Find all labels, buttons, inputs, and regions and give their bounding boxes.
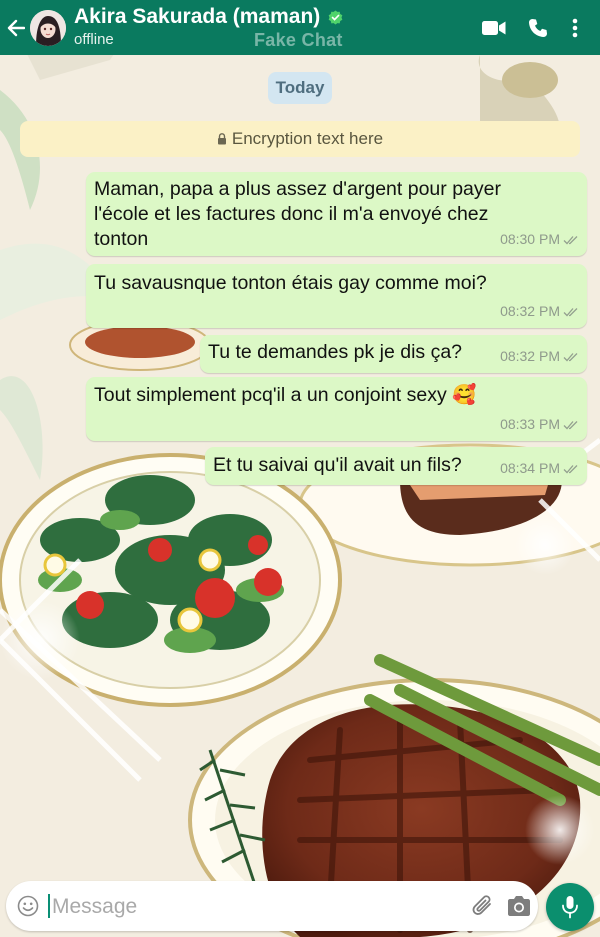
mic-button[interactable]: [546, 883, 594, 931]
message-bubble[interactable]: Tout simplement pcq'il a un conjoint sex…: [86, 377, 587, 441]
message-text: Tu te demandes pk je dis ça?: [208, 341, 463, 363]
more-options-button[interactable]: [560, 0, 590, 55]
message-text: Tout simplement pcq'il a un conjoint sex…: [94, 384, 477, 406]
back-button[interactable]: [2, 0, 30, 55]
message-time: 08:33 PM: [500, 416, 560, 432]
message-time: 08:32 PM: [500, 348, 560, 364]
more-vert-icon: [572, 18, 578, 37]
message-bubble[interactable]: Maman, papa a plus assez d'argent pour p…: [86, 172, 587, 256]
avatar[interactable]: [30, 9, 66, 46]
message-bubble[interactable]: Et tu saivai qu'il avait un fils? 08:34 …: [205, 447, 587, 485]
message-composer: [6, 881, 538, 931]
message-time: 08:32 PM: [500, 303, 560, 319]
chat-header: Akira Sakurada (maman) offline Fake Chat: [0, 0, 600, 55]
header-actions: [472, 0, 590, 55]
message-text: Maman, papa a plus assez d'argent pour p…: [94, 178, 501, 250]
encryption-notice[interactable]: Encryption text here: [20, 121, 580, 157]
phone-icon: [529, 18, 547, 37]
mic-icon: [562, 896, 578, 919]
camera-icon[interactable]: [506, 894, 532, 918]
emoji-icon[interactable]: [17, 895, 39, 917]
verified-badge-icon: [328, 9, 343, 25]
contact-name-row: Akira Sakurada (maman): [74, 5, 343, 29]
message-meta: 08:34 PM: [500, 456, 579, 481]
double-check-icon: [563, 464, 578, 473]
message-meta: 08:30 PM: [500, 227, 579, 252]
double-check-icon: [563, 235, 578, 244]
video-call-icon: [482, 20, 506, 35]
contact-info[interactable]: Akira Sakurada (maman) offline Fake Chat: [74, 0, 472, 55]
message-meta: 08:32 PM: [500, 344, 579, 369]
message-meta: 08:32 PM: [500, 299, 579, 324]
contact-name: Akira Sakurada (maman): [74, 5, 321, 28]
message-time: 08:30 PM: [500, 231, 560, 247]
message-input[interactable]: [50, 891, 454, 923]
message-text: Tu savausnque tonton étais gay comme moi…: [94, 272, 487, 294]
double-check-icon: [563, 352, 578, 361]
video-call-button[interactable]: [472, 0, 516, 55]
double-check-icon: [563, 307, 578, 316]
encryption-text: Encryption text here: [231, 129, 384, 148]
presence-status: offline: [74, 31, 114, 48]
message-meta: 08:33 PM: [500, 412, 579, 437]
date-chip: Today: [268, 72, 332, 104]
message-bubble[interactable]: Tu te demandes pk je dis ça? 08:32 PM: [200, 335, 587, 373]
voice-call-button[interactable]: [516, 0, 560, 55]
message-time: 08:34 PM: [500, 460, 560, 476]
back-arrow-icon: [7, 19, 25, 36]
message-bubble[interactable]: Tu savausnque tonton étais gay comme moi…: [86, 264, 587, 328]
lock-icon: [217, 133, 226, 145]
attach-icon[interactable]: [470, 893, 496, 919]
double-check-icon: [563, 420, 578, 429]
watermark: Fake Chat: [254, 30, 343, 50]
message-text: Et tu saivai qu'il avait un fils?: [213, 454, 462, 476]
